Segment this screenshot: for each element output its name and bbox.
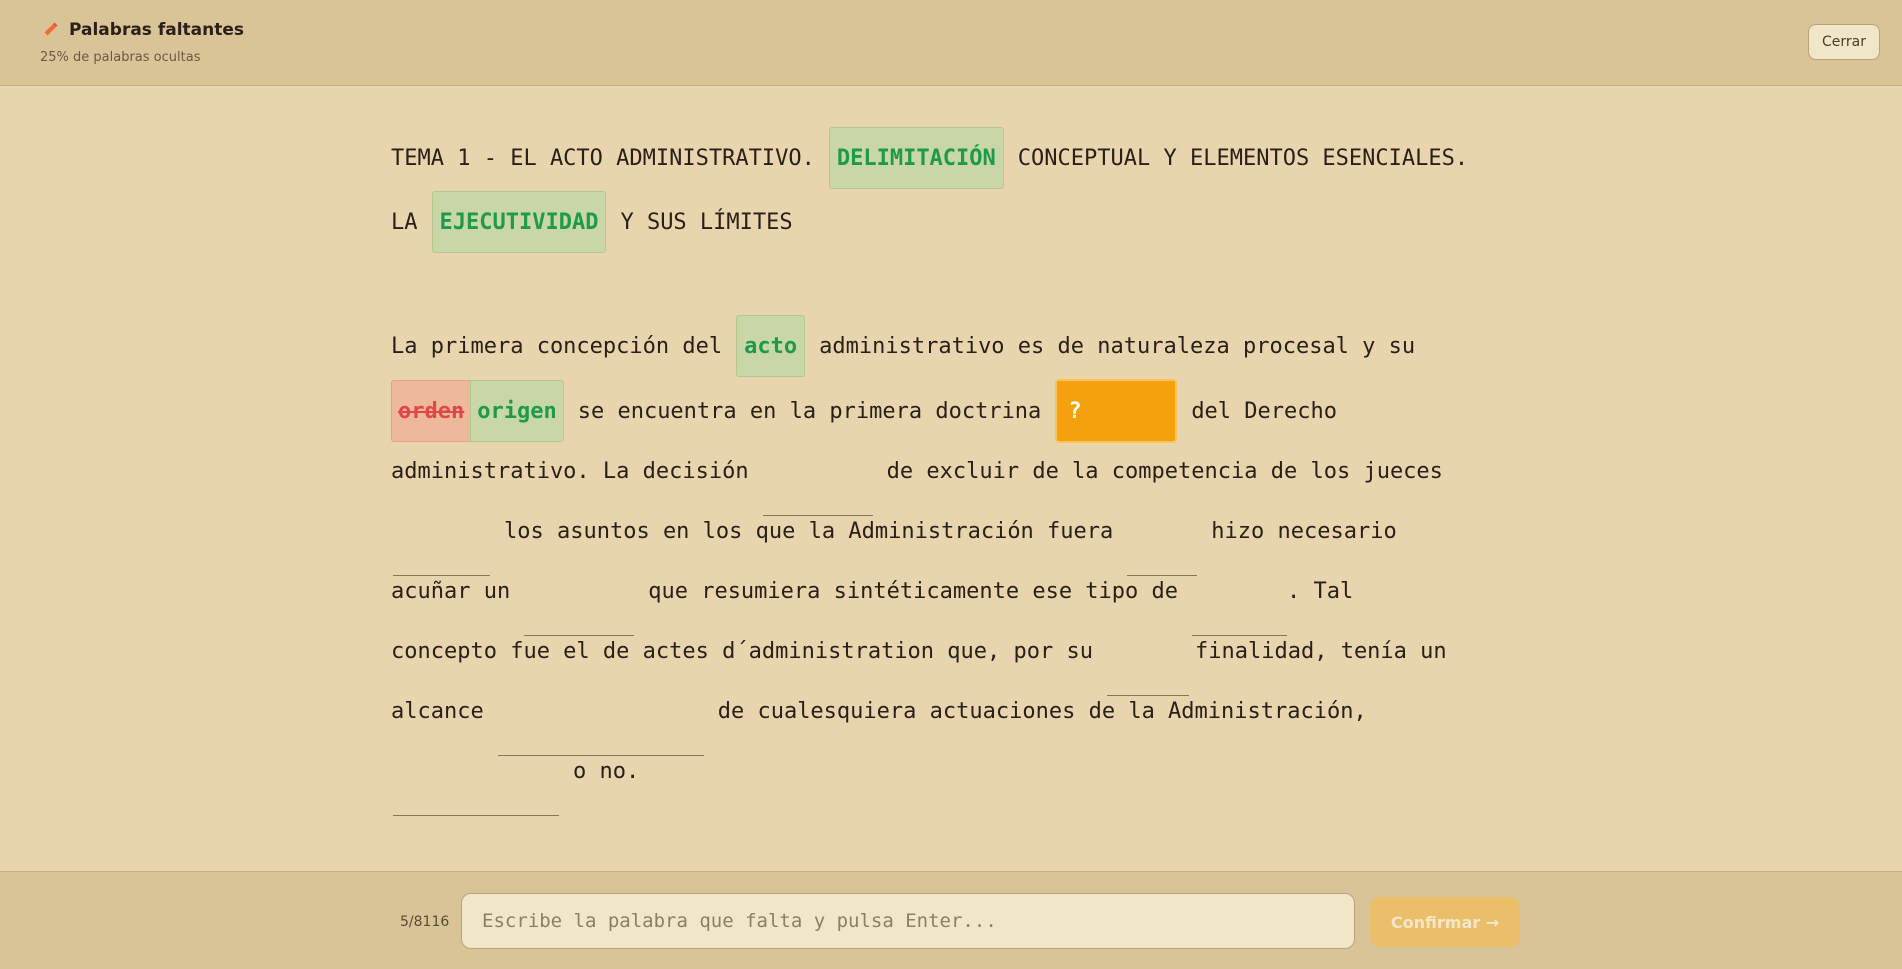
text-segment: hizo necesario	[1211, 518, 1397, 544]
text-line: La primera concepción del acto administr…	[391, 314, 1415, 378]
text-segment: de excluir de la competencia de los juec…	[886, 458, 1443, 484]
text-line: administrativo. La decisión de excluir d…	[391, 439, 1443, 516]
text-segment: CONCEPTUAL Y ELEMENTOS ESENCIALES.	[1017, 145, 1469, 171]
text-line: o no.	[391, 739, 640, 816]
title-row: Palabras faltantes	[40, 20, 244, 40]
text-line: acuñar un que resumiera sintéticamente e…	[391, 559, 1354, 636]
text-segment: los asuntos en los que la Administración…	[504, 518, 1114, 544]
text-line: orden origen se encuentra en la primera d…	[391, 379, 1337, 443]
text-segment: se encuentra en la primera doctrina	[577, 398, 1042, 424]
text-segment: acuñar un	[391, 578, 511, 604]
confirm-button[interactable]: Confirmar →	[1370, 897, 1520, 947]
text-line: los asuntos en los que la Administración…	[391, 499, 1397, 576]
text-segment: de cualesquiera actuaciones de la Admini…	[717, 698, 1367, 724]
app-title: Palabras faltantes	[69, 20, 245, 40]
text-segment: TEMA 1 - EL ACTO ADMINISTRATIVO.	[391, 145, 815, 171]
text-segment: LA	[391, 209, 418, 235]
text-line: alcance de cualesquiera actuaciones de l…	[391, 679, 1367, 756]
text-segment: finalidad, tenía un	[1195, 638, 1447, 664]
word-blank	[393, 758, 559, 816]
text-segment: del Derecho	[1191, 398, 1338, 424]
word-correct-answer: origen	[470, 380, 564, 442]
text-line: LA EJECUTIVIDAD Y SUS LÍMITES	[391, 190, 793, 254]
text-line: TEMA 1 - EL ACTO ADMINISTRATIVO. DELIMIT…	[391, 126, 1468, 190]
text-segment: Y SUS LÍMITES	[620, 209, 793, 235]
close-button[interactable]: Cerrar	[1808, 24, 1880, 60]
text-segment: . Tal	[1287, 578, 1354, 604]
answer-input[interactable]	[461, 893, 1355, 949]
text-segment: que resumiera sintéticamente ese tipo de	[648, 578, 1179, 604]
pencil-icon	[43, 22, 58, 37]
header-bar: Palabras faltantes 25% de palabras ocult…	[0, 0, 1902, 86]
word-wrong-attempt: orden	[391, 380, 471, 442]
text-segment: alcance	[391, 698, 484, 724]
word-correct: DELIMITACIÓN	[828, 127, 1004, 189]
text-segment: concepto fue el de actes d´administratio…	[391, 638, 1093, 664]
text-segment: La primera concepción del	[391, 333, 723, 359]
word-correct: acto	[736, 315, 806, 377]
hidden-words-percentage: 25% de palabras ocultas	[40, 50, 201, 65]
current-blank[interactable]: ?	[1055, 379, 1178, 443]
progress-counter: 5/8116	[400, 914, 450, 930]
text-segment: administrativo es de naturaleza procesal…	[819, 333, 1416, 359]
word-corrected: orden origen	[391, 380, 564, 442]
word-correct: EJECUTIVIDAD	[431, 191, 607, 253]
text-segment: administrativo. La decisión	[391, 458, 749, 484]
text-line: concepto fue el de actes d´administratio…	[391, 619, 1447, 696]
answer-bar: 5/8116 Confirmar →	[0, 871, 1902, 969]
text-segment: o no.	[573, 758, 640, 784]
